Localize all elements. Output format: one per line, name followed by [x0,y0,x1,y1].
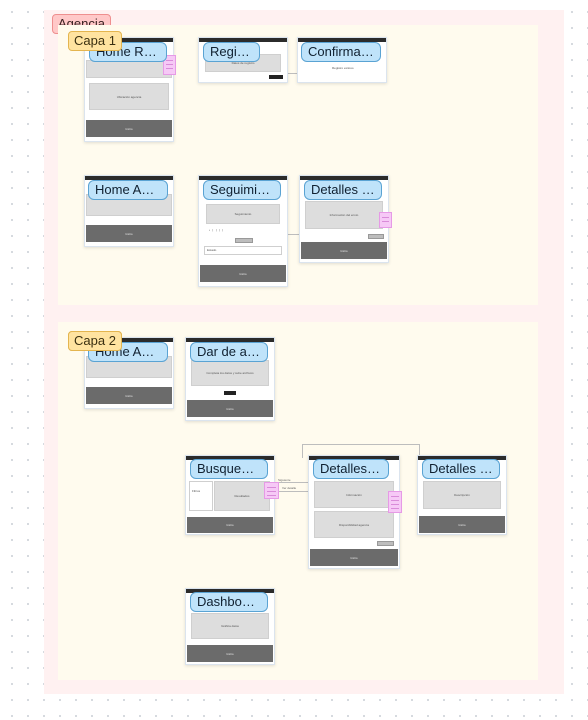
content-block: Ubicación agencia [89,83,169,110]
filters-label: Filtros [192,489,201,493]
details-block: Información del envío [305,201,383,229]
submit-button[interactable] [224,391,236,395]
frame-title[interactable]: Detalles d... [304,180,382,200]
footer-bar[interactable]: Inicio [86,120,172,137]
tracking-block: Seguimiento [206,204,280,224]
status-field-label: Estado [207,248,217,252]
footer-bar[interactable]: Inicio [187,517,273,533]
footer-bar[interactable]: Inicio [187,400,273,417]
frame-title[interactable]: Home Age... [88,180,168,200]
connector-line [302,444,420,445]
footer-bar[interactable]: Inicio [86,225,172,242]
submit-button[interactable] [269,75,283,79]
chart-block: Gráfica datos [191,613,269,639]
confirmation-text: Registro exitoso [332,66,354,70]
header-block [86,60,172,78]
action-button[interactable] [235,238,253,243]
frame-title[interactable]: Busqueda... [190,459,268,479]
connector-label: Ver detalle [282,486,297,490]
footer-bar[interactable]: Inicio [310,549,398,566]
footer-bar[interactable]: Inicio [86,387,172,404]
frame-title[interactable]: Seguimie... [203,180,281,200]
frame-title[interactable]: Dar de alt... [190,342,268,362]
footer-bar[interactable]: Inicio [200,265,286,282]
footer-bar[interactable]: Inicio [419,516,505,533]
frame-title[interactable]: Detalles d... [313,459,389,479]
frame-title[interactable]: Registro [203,42,260,62]
footer-bar[interactable]: Inicio [301,242,387,259]
connector-line [302,444,303,458]
availability-block: Disponibilidad agencia [314,511,394,538]
layer-label-overlay[interactable]: Capa 2 [68,331,122,351]
sticky-note[interactable] [379,212,392,228]
footer-bar[interactable]: Inicio [187,645,273,662]
info-block: Información [314,481,394,508]
ver-mas-button[interactable] [368,234,384,239]
filters-panel[interactable] [189,481,213,511]
sticky-note[interactable] [388,491,402,513]
layer-label[interactable]: Capa 1 [68,31,122,51]
frame-title[interactable]: Confirmac... [301,42,381,62]
results-block: Resultados [214,481,270,511]
sticky-note[interactable] [264,482,279,499]
timeline-markers: • | | | | [209,228,224,232]
form-block: Completa los datos y sube archivos [191,360,269,386]
whiteboard-canvas[interactable]: { "section": { "label": "Agencia" }, "la… [0,0,588,720]
frame-title[interactable]: Dashboar... [190,592,268,612]
frame-title[interactable]: Detalles d... [422,459,500,479]
description-block: Descripción [423,481,501,509]
connector-label: Siguiente [278,478,291,482]
action-button[interactable] [377,541,394,546]
